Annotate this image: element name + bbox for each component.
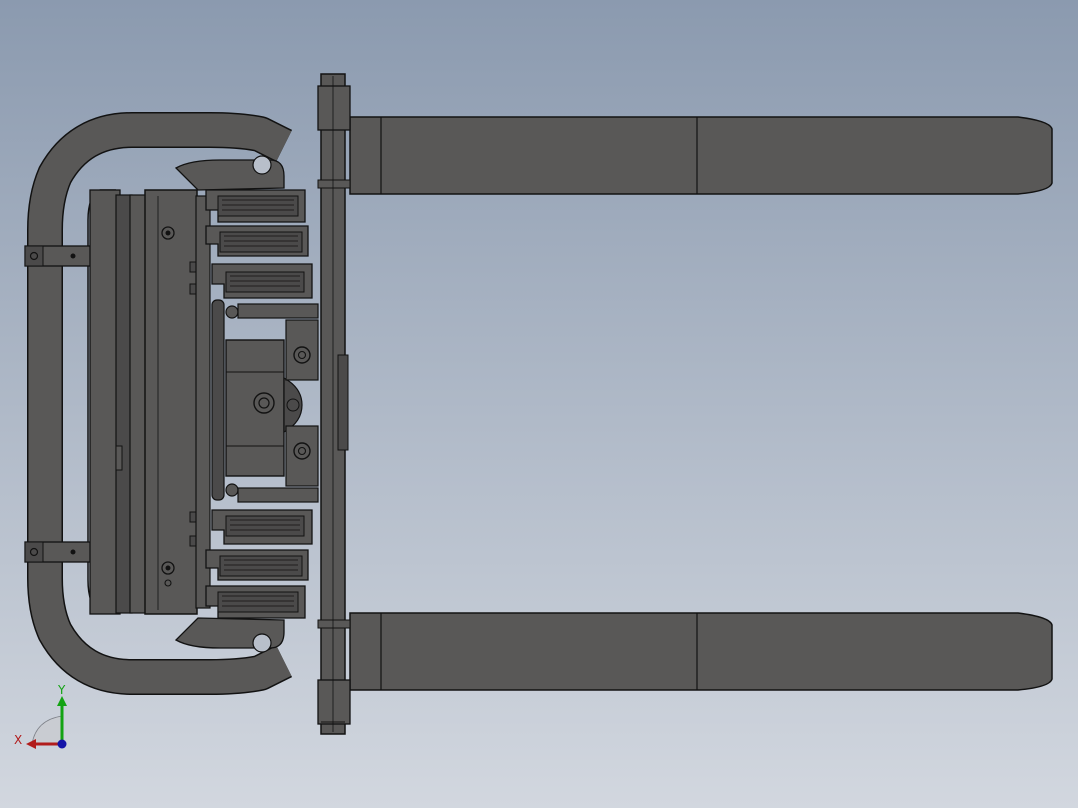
lower-roller-bracket-2[interactable]	[205, 549, 309, 581]
lower-roller-bracket-3[interactable]	[205, 585, 306, 619]
fork-carriage-plate[interactable]	[317, 73, 351, 735]
upper-fork[interactable]	[349, 116, 1053, 195]
triad-x-label: X	[14, 733, 22, 747]
coordinate-triad-icon: Y X	[14, 683, 67, 749]
y-axis-arrow-icon	[57, 696, 67, 706]
rear-frame[interactable]	[89, 189, 147, 615]
triad-y-label: Y	[57, 683, 66, 697]
upper-roller-bracket-1[interactable]	[205, 189, 306, 223]
x-axis-arrow-icon	[26, 739, 36, 749]
lower-roller-bracket-1[interactable]	[211, 509, 313, 545]
fork-carriage-model[interactable]	[0, 0, 1078, 808]
triad-plane	[31, 715, 63, 745]
sideshift-plate[interactable]	[144, 189, 211, 615]
upper-roller-bracket-2[interactable]	[205, 225, 309, 257]
upper-roller-bracket-3[interactable]	[211, 263, 313, 299]
lower-fork[interactable]	[349, 612, 1053, 691]
cad-viewport[interactable]: Y X	[0, 0, 1078, 808]
z-axis-dot-icon	[57, 739, 67, 749]
